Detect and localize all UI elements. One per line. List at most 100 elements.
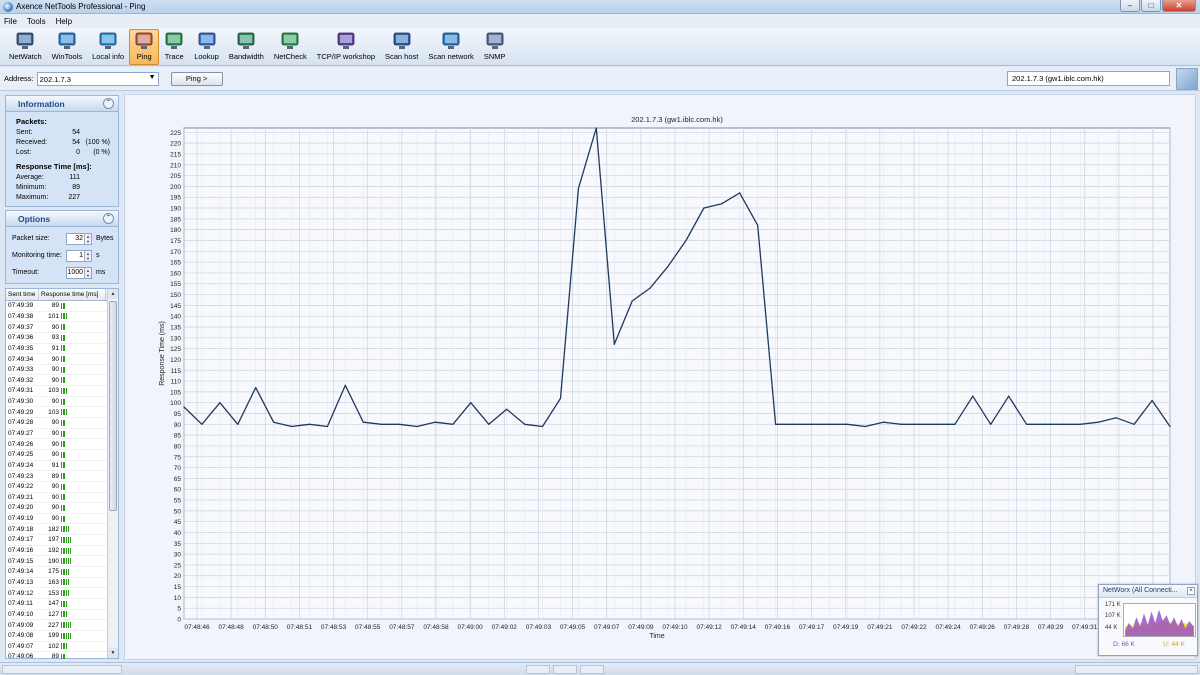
list-item[interactable]: 07:49:13 163 (6, 578, 107, 589)
list-item[interactable]: 07:49:39 89 (6, 301, 107, 312)
toolbar-netcheck-button[interactable]: NetCheck (269, 29, 312, 65)
data-point (954, 423, 956, 425)
scroll-thumb[interactable] (109, 301, 117, 511)
packet-size-stepper[interactable]: 32 ▲ ▼ (66, 232, 92, 245)
toolbar-snmp-button[interactable]: SNMP (479, 29, 511, 65)
data-point (810, 423, 813, 425)
address-combo[interactable]: 202.1.7.3 ▼ (36, 71, 159, 86)
list-item[interactable]: 07:49:18 182 (6, 524, 107, 536)
list-item[interactable]: 07:49:11 147 (6, 599, 107, 610)
list-item[interactable]: 07:49:31 103 (6, 386, 107, 397)
list-item-time: 07:49:35 (8, 344, 34, 352)
toolbar-ping-button[interactable]: Ping (129, 29, 160, 65)
netcheck-icon (280, 32, 300, 50)
data-point (613, 343, 615, 345)
list-item[interactable]: 07:49:07 102 (6, 642, 107, 653)
minimize-button[interactable]: – (1120, 0, 1140, 12)
list-item[interactable]: 07:49:23 89 (6, 471, 107, 482)
list-item[interactable]: 07:49:36 93 (6, 333, 107, 344)
toolbar-netwatch-button[interactable]: NetWatch (4, 29, 47, 65)
toolbar-lookup-button[interactable]: Lookup (189, 29, 224, 65)
window-title: Axence NetTools Professional - Ping (16, 2, 146, 11)
toolbar-tcp-ip-workshop-button[interactable]: TCP/IP workshop (312, 29, 380, 65)
list-item[interactable]: 07:49:26 90 (6, 439, 107, 450)
list-item[interactable]: 07:49:14 175 (6, 567, 107, 578)
data-point (577, 187, 579, 190)
collapse-icon[interactable]: ⌃ (103, 213, 114, 224)
list-item[interactable]: 07:49:17 197 (6, 535, 107, 546)
list-item[interactable]: 07:49:38 101 (6, 312, 107, 323)
list-item[interactable]: 07:49:37 90 (6, 322, 107, 333)
monitoring-time-stepper[interactable]: 1 ▲ ▼ (66, 249, 92, 262)
monitor-eye-icon (15, 32, 35, 50)
list-scrollbar[interactable]: ▲ ▼ (107, 289, 118, 658)
timeout-stepper[interactable]: 1000 ▲ ▼ (66, 266, 92, 279)
list-item[interactable]: 07:49:34 90 (6, 354, 107, 365)
response-bar-indicator (61, 313, 67, 320)
menu-file[interactable]: File (4, 17, 17, 26)
list-item[interactable]: 07:49:10 127 (6, 610, 107, 621)
column-response-time[interactable]: Response time [ms] (39, 289, 106, 300)
networx-widget[interactable]: NetWorx (All Connecti... × 171 K 107 K 4… (1098, 584, 1198, 656)
list-item-time: 07:49:11 (8, 600, 33, 608)
list-item[interactable]: 07:49:30 90 (6, 397, 107, 408)
chevron-down-icon[interactable]: ▼ (149, 74, 156, 81)
networx-scale-1: 171 K (1105, 602, 1121, 608)
list-item[interactable]: 07:49:08 199 (6, 631, 107, 642)
lost-value: 0 (76, 148, 80, 156)
list-item[interactable]: 07:49:35 91 (6, 344, 107, 355)
spin-arrows-icon[interactable]: ▲ ▼ (84, 250, 91, 261)
toolbar-bandwidth-button[interactable]: Bandwidth (224, 29, 269, 65)
options-header[interactable]: Options ⌃ (6, 211, 118, 227)
list-item-response: 89 (51, 653, 59, 659)
received-percent: (100 %) (85, 138, 110, 146)
list-item[interactable]: 07:49:16 192 (6, 546, 107, 557)
scroll-up-icon[interactable]: ▲ (108, 289, 118, 299)
toolbar-wintools-button[interactable]: WinTools (47, 29, 87, 65)
list-item[interactable]: 07:49:28 90 (6, 418, 107, 429)
list-item[interactable]: 07:49:12 153 (6, 588, 107, 599)
list-item[interactable]: 07:49:33 90 (6, 365, 107, 376)
toolbar-label: Lookup (194, 52, 219, 61)
maximize-button[interactable]: □ (1141, 0, 1161, 12)
toolbar-scan-host-button[interactable]: Scan host (380, 29, 423, 65)
toolbar-scan-network-button[interactable]: Scan network (423, 29, 478, 65)
data-point (864, 425, 866, 428)
spin-arrows-icon[interactable]: ▲ ▼ (84, 233, 91, 244)
close-icon[interactable]: × (1187, 587, 1195, 595)
list-item-response: 89 (51, 472, 59, 480)
corner-logo-icon (1176, 68, 1198, 90)
data-point (434, 421, 436, 423)
toolbar-label: TCP/IP workshop (316, 52, 375, 61)
list-item[interactable]: 07:49:15 190 (6, 556, 107, 568)
data-point (470, 402, 472, 404)
list-item[interactable]: 07:49:20 90 (6, 503, 107, 514)
list-item-response: 197 (48, 536, 59, 544)
toolbar-local-info-button[interactable]: Local info (87, 29, 129, 65)
menu-help[interactable]: Help (56, 17, 72, 26)
list-item[interactable]: 07:49:24 91 (6, 461, 107, 472)
list-item[interactable]: 07:49:09 227 (6, 620, 107, 631)
list-item-time: 07:49:39 (8, 302, 34, 310)
ping-button[interactable]: Ping > (170, 71, 223, 86)
list-item[interactable]: 07:49:19 90 (6, 514, 107, 525)
response-bar-indicator (61, 387, 67, 394)
list-item[interactable]: 07:49:29 103 (6, 407, 107, 419)
toolbar-trace-button[interactable]: Trace (159, 29, 189, 65)
list-item[interactable]: 07:49:32 90 (6, 375, 107, 387)
list-item[interactable]: 07:49:22 90 (6, 482, 107, 493)
menu-tools[interactable]: Tools (27, 17, 46, 26)
spin-arrows-icon[interactable]: ▲ ▼ (84, 267, 91, 278)
close-button[interactable]: ✕ (1162, 0, 1196, 12)
column-sent-time[interactable]: Sent time (6, 289, 39, 300)
list-item[interactable]: 07:49:06 89 (6, 652, 107, 659)
collapse-icon[interactable]: ⌃ (103, 98, 114, 109)
data-point (273, 421, 275, 423)
timeout-row: Timeout: 1000 ▲ ▼ ms (6, 264, 118, 281)
list-item[interactable]: 07:49:25 90 (6, 450, 107, 461)
information-header[interactable]: Information ⌃ (6, 96, 118, 112)
scroll-down-icon[interactable]: ▼ (108, 648, 118, 658)
list-item[interactable]: 07:49:21 90 (6, 493, 107, 504)
list-item-response: 103 (48, 408, 59, 416)
list-item[interactable]: 07:49:27 90 (6, 429, 107, 440)
